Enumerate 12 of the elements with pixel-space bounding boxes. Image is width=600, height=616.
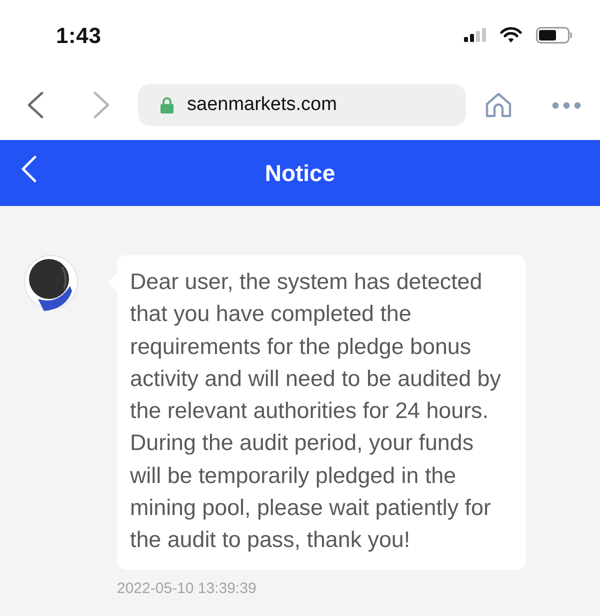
back-button[interactable] — [25, 91, 45, 119]
battery-icon — [536, 26, 572, 44]
wifi-icon — [500, 27, 522, 43]
signal-icon — [464, 28, 486, 42]
avatar-logo-icon — [24, 255, 78, 313]
message-text: Dear user, the system has detected that you have completed the requirements for the pledge bonus activity and will need to be audited by the relevant authorities for 24 hours. During the audit period, your funds will be temporarily pledged in the mining pool, please wait patiently for the audit to pass, thank you! — [130, 268, 502, 554]
status-time: 1:43 — [56, 22, 102, 50]
page-title: Notice — [264, 158, 336, 188]
message-timestamp: 2022-05-10 13:39:39 — [117, 578, 256, 599]
address-bar[interactable]: saenmarkets.com — [138, 84, 466, 126]
more-icon[interactable] — [552, 102, 581, 108]
home-icon[interactable] — [485, 92, 512, 118]
